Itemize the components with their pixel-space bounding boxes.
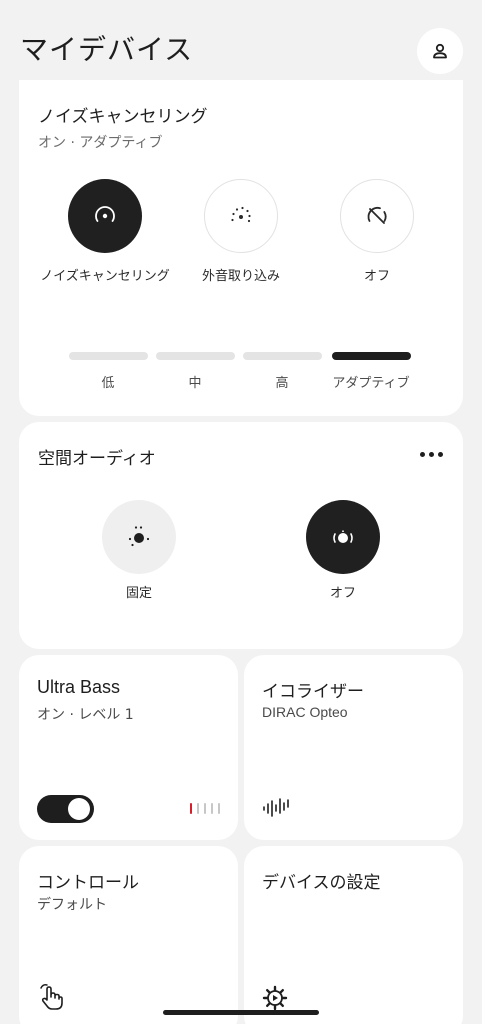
ultra-bass-card[interactable]: Ultra Bass オン · レベル 1 [19, 655, 238, 840]
more-dot [419, 451, 425, 457]
spatial-fixed-label: 固定 [125, 586, 152, 601]
controls-status: デフォルト [37, 897, 107, 913]
person-icon [431, 42, 449, 60]
spatial-fixed-icon [125, 523, 153, 551]
equalizer-status: DIRAC Opteo [262, 704, 348, 720]
noise-cancelling-title: ノイズキャンセリング [38, 107, 208, 127]
spatial-off-icon [329, 523, 357, 551]
mode-noise-cancelling-label: ノイズキャンセリング [40, 269, 170, 284]
page-title: マイデバイス [20, 33, 194, 66]
more-options-button[interactable] [415, 442, 447, 466]
profile-button[interactable] [417, 28, 463, 74]
spatial-fixed-button[interactable] [102, 500, 176, 574]
equalizer-title: イコライザー [262, 682, 364, 702]
controls-card[interactable]: コントロール デフォルト [19, 846, 238, 1024]
mode-ambient-label: 外音取り込み [201, 269, 280, 284]
equalizer-icon [262, 796, 292, 818]
level-adaptive-bar[interactable] [332, 352, 411, 360]
bass-level-tick [197, 802, 199, 814]
ultra-bass-title: Ultra Bass [37, 677, 121, 697]
equalizer-card[interactable]: イコライザー DIRAC Opteo [244, 655, 463, 840]
level-mid-bar[interactable] [156, 352, 235, 360]
level-low-bar[interactable] [69, 352, 148, 360]
mode-off-button[interactable] [340, 179, 414, 253]
toggle-knob [68, 798, 90, 820]
more-dot [428, 451, 434, 457]
home-indicator[interactable] [163, 1010, 319, 1015]
spatial-audio-title: 空間オーディオ [38, 449, 156, 469]
spatial-off-button[interactable] [306, 500, 380, 574]
mode-ambient-button[interactable] [204, 179, 278, 253]
bass-level-tick [211, 802, 213, 814]
mode-off-label: オフ [363, 269, 390, 284]
level-high-label[interactable]: 高 [237, 372, 327, 391]
spatial-audio-card: 空間オーディオ 固定 オフ [19, 422, 463, 649]
ambient-sound-icon [228, 203, 254, 229]
more-dot [437, 451, 443, 457]
level-high-bar[interactable] [243, 352, 322, 360]
level-mid-label[interactable]: 中 [150, 372, 240, 391]
spatial-off-label: オフ [329, 586, 356, 601]
level-adaptive-label[interactable]: アダプティブ [326, 372, 416, 391]
noise-cancel-icon [92, 203, 118, 229]
noise-cancelling-card: ノイズキャンセリング オン · アダプティブ ノイズキャンセリング 外音取り込み… [19, 80, 463, 416]
device-settings-card[interactable]: デバイスの設定 [244, 846, 463, 1024]
bass-level-tick [204, 802, 206, 814]
controls-title: コントロール [37, 873, 139, 893]
bass-level-tick [218, 802, 220, 814]
touch-gesture-icon [37, 982, 65, 1012]
level-low-label[interactable]: 低 [63, 372, 153, 391]
mode-noise-cancelling-button[interactable] [68, 179, 142, 253]
noise-cancelling-status: オン · アダプティブ [38, 135, 163, 151]
ultra-bass-toggle[interactable] [37, 795, 94, 823]
gear-icon [262, 985, 288, 1011]
device-settings-title: デバイスの設定 [262, 873, 381, 893]
ultra-bass-status: オン · レベル 1 [37, 707, 134, 723]
bass-level-indicator [190, 802, 220, 814]
anc-off-icon [364, 203, 390, 229]
bass-level-tick [190, 802, 192, 814]
